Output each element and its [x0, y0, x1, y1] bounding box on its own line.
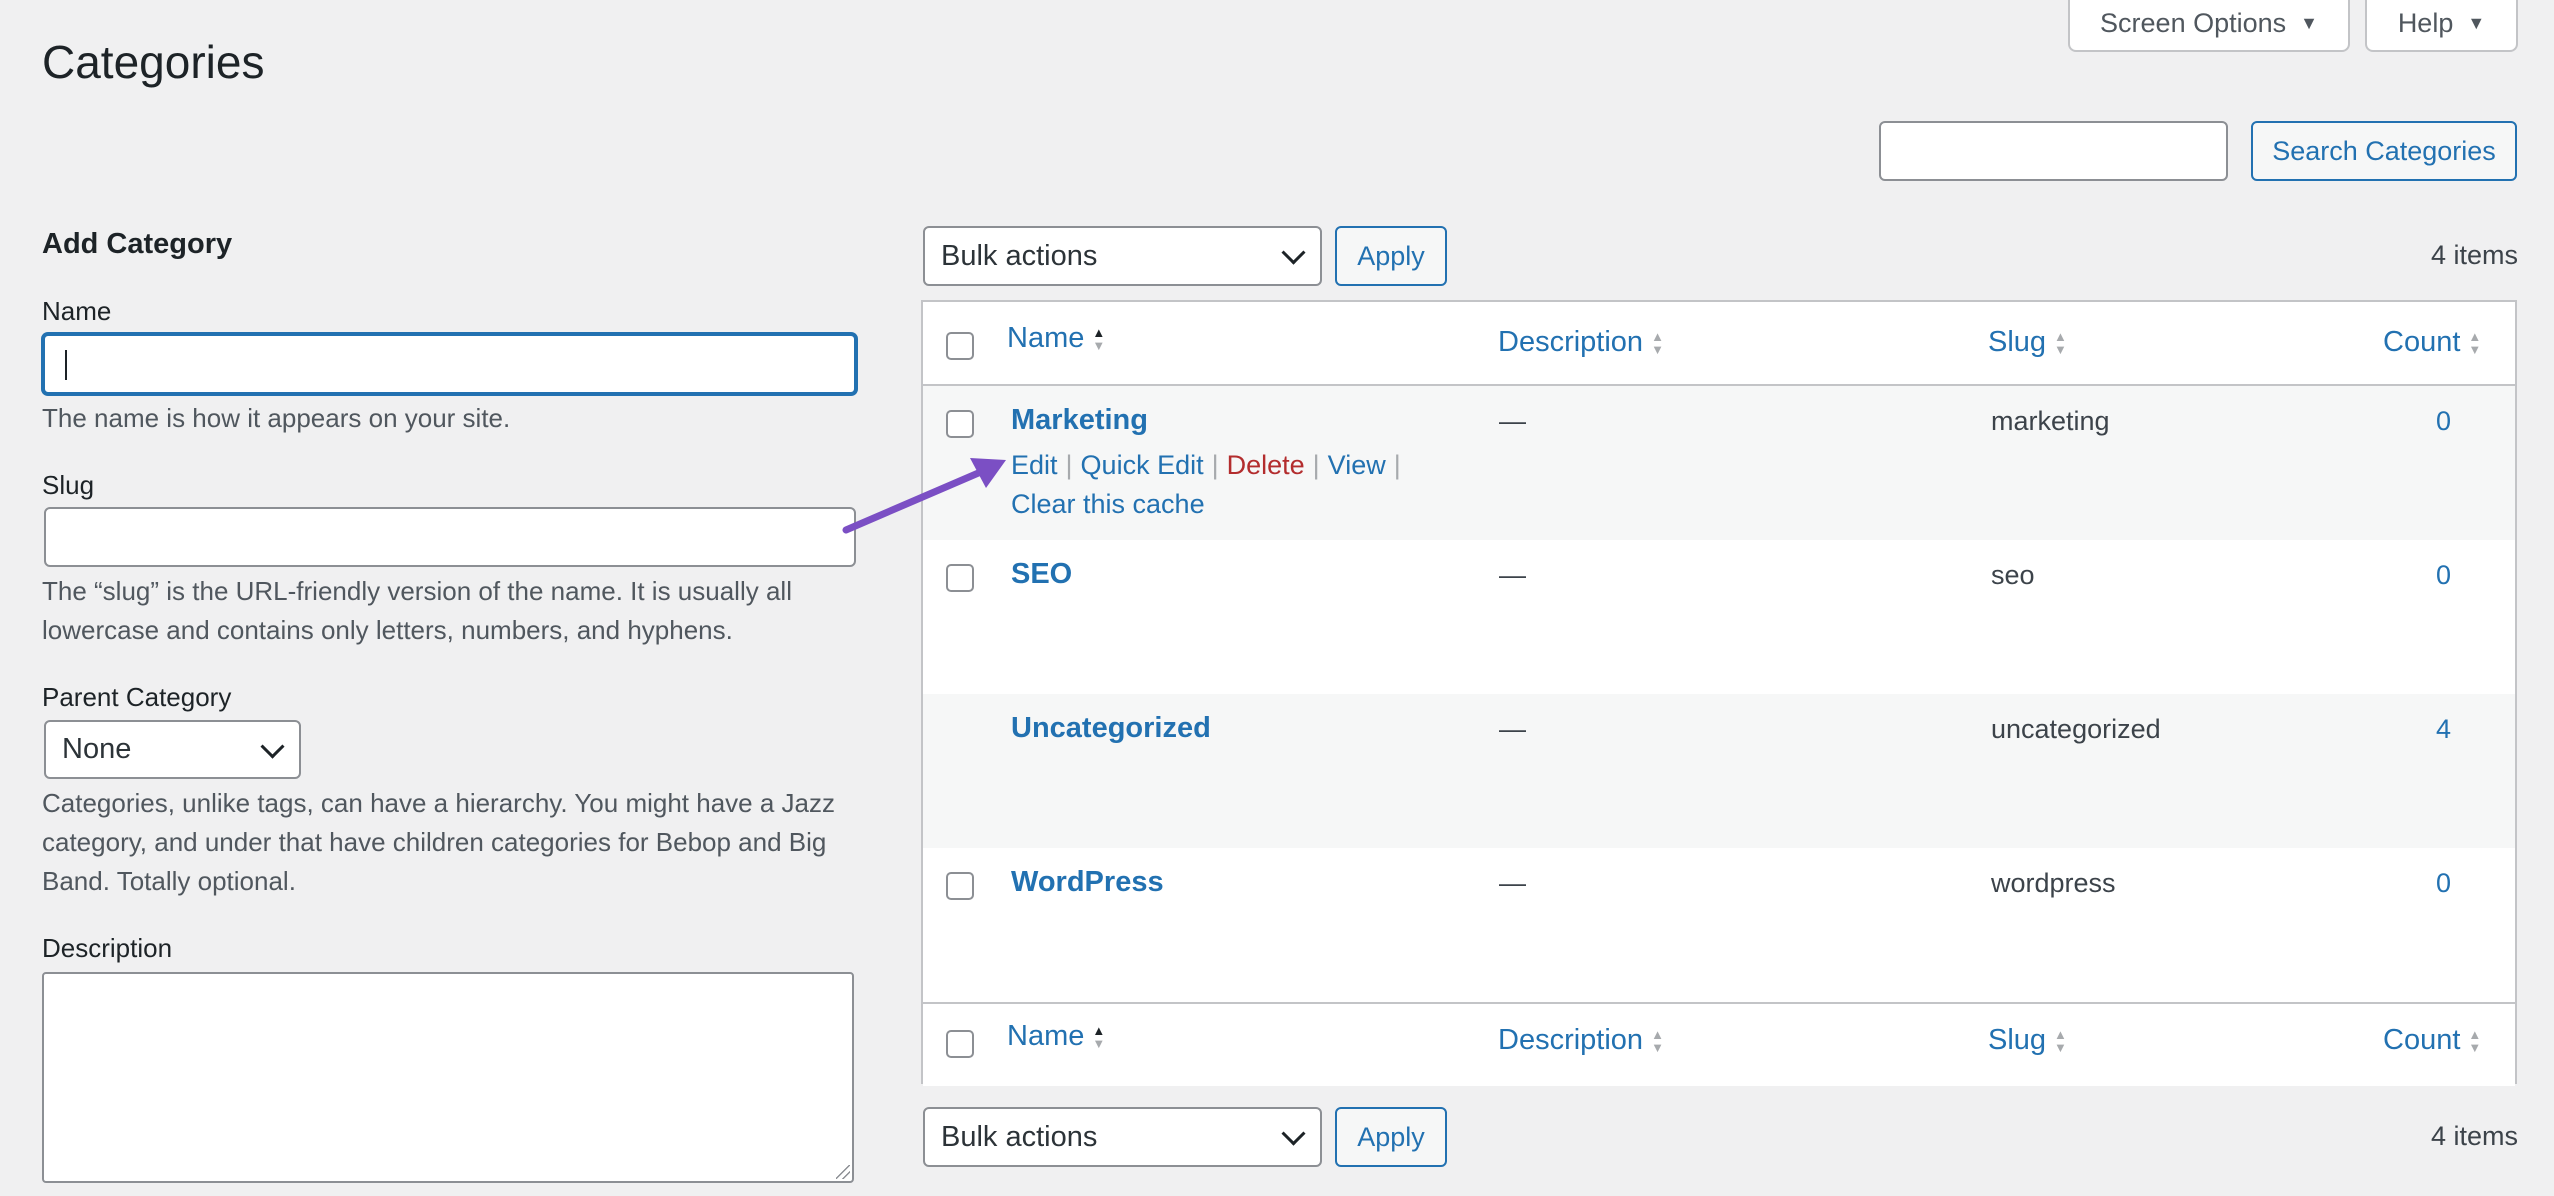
parent-category-help: Categories, unlike tags, can have a hier… [42, 788, 835, 896]
sort-arrows-icon: ▲ ▼ [2054, 1026, 2067, 1055]
separator: | [1312, 450, 1320, 480]
slug-cell: wordpress [1991, 868, 2116, 898]
parent-category-value: None [62, 733, 132, 765]
description-cell: — [1499, 714, 1526, 744]
triangle-down-icon: ▼ [2300, 12, 2318, 33]
column-slug-label: Slug [1988, 1024, 2047, 1056]
add-category-heading: Add Category [42, 228, 233, 260]
column-slug[interactable]: Slug ▲ ▼ [1988, 1024, 2067, 1057]
sort-arrows-icon: ▲ ▼ [2468, 328, 2482, 357]
table-footer: Name ▲ ▼ Description ▲ ▼ Slug ▲ ▼ Count ▲ ▼ [923, 1002, 2515, 1086]
chevron-down-icon [260, 734, 285, 759]
column-count-label: Count [2383, 1024, 2461, 1056]
column-name-label: Name [1007, 322, 1085, 354]
chevron-down-icon [1281, 1121, 1306, 1146]
table-row: SEO — seo 0 [923, 540, 2515, 694]
slug-help: The “slug” is the URL-friendly version o… [42, 576, 792, 645]
chevron-down-icon [1281, 240, 1306, 265]
quick-edit-link[interactable]: Quick Edit [1081, 450, 1204, 480]
slug-label: Slug [42, 470, 95, 500]
count-link[interactable]: 0 [2436, 868, 2451, 899]
bulk-actions-value: Bulk actions [941, 1120, 1098, 1153]
parent-category-label: Parent Category [42, 682, 232, 712]
column-description-label: Description [1498, 326, 1644, 358]
items-count-bottom: 4 items [2430, 1121, 2518, 1151]
term-name-link[interactable]: WordPress [1011, 866, 1164, 899]
view-link[interactable]: View [1328, 450, 1386, 480]
table-row: WordPress — wordpress 0 [923, 848, 2515, 1002]
arrow-annotation-icon [842, 458, 1006, 534]
table-header: Name ▲ ▼ Description ▲ ▼ Slug ▲ ▼ Count ▲ ▼ [923, 302, 2515, 386]
row-checkbox[interactable] [946, 410, 974, 438]
column-description[interactable]: Description ▲ ▼ [1498, 326, 1664, 359]
description-cell: — [1499, 868, 1526, 898]
count-link[interactable]: 0 [2436, 560, 2451, 591]
name-field[interactable] [42, 333, 857, 395]
description-label: Description [42, 933, 173, 963]
resize-handle[interactable] [836, 1165, 850, 1179]
column-name[interactable]: Name ▲ ▼ [1007, 1020, 1105, 1053]
slug-cell: uncategorized [1991, 714, 2161, 744]
select-all-checkbox[interactable] [946, 1030, 974, 1058]
categories-table: Name ▲ ▼ Description ▲ ▼ Slug ▲ ▼ Count ▲ ▼ … [921, 300, 2517, 1086]
slug-field[interactable] [44, 507, 856, 567]
description-textarea[interactable] [42, 972, 854, 1183]
separator: | [1393, 450, 1401, 480]
sort-arrows-icon: ▲ ▼ [2054, 328, 2067, 357]
slug-cell: marketing [1991, 406, 2110, 436]
name-label: Name [42, 296, 112, 326]
bulk-actions-select-top[interactable]: Bulk actions [923, 226, 1322, 286]
column-description-label: Description [1498, 1024, 1644, 1056]
help-button[interactable]: Help ▼ [2365, 0, 2518, 52]
sort-arrows-icon: ▲ ▼ [2468, 1026, 2482, 1055]
search-categories-button[interactable]: Search Categories [2251, 121, 2517, 181]
screen-options-label: Screen Options [2100, 7, 2287, 38]
screen-options-button[interactable]: Screen Options ▼ [2068, 0, 2350, 52]
column-description[interactable]: Description ▲ ▼ [1498, 1024, 1664, 1057]
table-row: Marketing Edit | Quick Edit | Delete | View | Cl… [923, 386, 2515, 540]
table-row: Uncategorized — uncategorized 4 [923, 694, 2515, 848]
sort-arrows-icon: ▲ ▼ [1092, 1022, 1106, 1051]
count-link[interactable]: 4 [2436, 714, 2451, 745]
column-name-label: Name [1007, 1020, 1085, 1052]
row-checkbox[interactable] [946, 872, 974, 900]
column-count[interactable]: Count ▲ ▼ [2383, 326, 2481, 359]
sort-arrows-icon: ▲ ▼ [1092, 324, 1106, 353]
column-slug-label: Slug [1988, 326, 2047, 358]
separator: | [1065, 450, 1073, 480]
description-cell: — [1499, 406, 1526, 436]
row-actions: Edit | Quick Edit | Delete | View | Clear this c… [1011, 446, 1461, 524]
apply-button-bottom[interactable]: Apply [1335, 1107, 1447, 1167]
clear-cache-link[interactable]: Clear this cache [1011, 489, 1205, 519]
bulk-actions-value: Bulk actions [941, 239, 1098, 272]
column-count-label: Count [2383, 326, 2461, 358]
column-count[interactable]: Count ▲ ▼ [2383, 1024, 2481, 1057]
term-name-link[interactable]: Marketing [1011, 404, 1148, 437]
triangle-down-icon: ▼ [2467, 12, 2486, 33]
sort-arrows-icon: ▲ ▼ [1651, 328, 1664, 357]
bulk-actions-select-bottom[interactable]: Bulk actions [923, 1107, 1322, 1167]
term-name-link[interactable]: SEO [1011, 558, 1072, 591]
term-name-link[interactable]: Uncategorized [1011, 712, 1211, 745]
name-help: The name is how it appears on your site. [42, 403, 511, 433]
slug-cell: seo [1991, 560, 2035, 590]
help-label: Help [2397, 7, 2454, 38]
apply-button-top[interactable]: Apply [1335, 226, 1447, 286]
column-slug[interactable]: Slug ▲ ▼ [1988, 326, 2067, 359]
row-checkbox[interactable] [946, 564, 974, 592]
page-title: Categories [42, 36, 265, 88]
description-cell: — [1499, 560, 1526, 590]
sort-arrows-icon: ▲ ▼ [1651, 1026, 1664, 1055]
count-link[interactable]: 0 [2436, 406, 2451, 437]
column-name[interactable]: Name ▲ ▼ [1007, 322, 1105, 355]
text-cursor [65, 350, 67, 380]
search-input[interactable] [1879, 121, 2228, 181]
select-all-checkbox[interactable] [946, 332, 974, 360]
delete-link[interactable]: Delete [1227, 450, 1305, 480]
items-count-top: 4 items [2430, 240, 2518, 270]
separator: | [1211, 450, 1219, 480]
parent-category-select[interactable]: None [44, 720, 301, 779]
